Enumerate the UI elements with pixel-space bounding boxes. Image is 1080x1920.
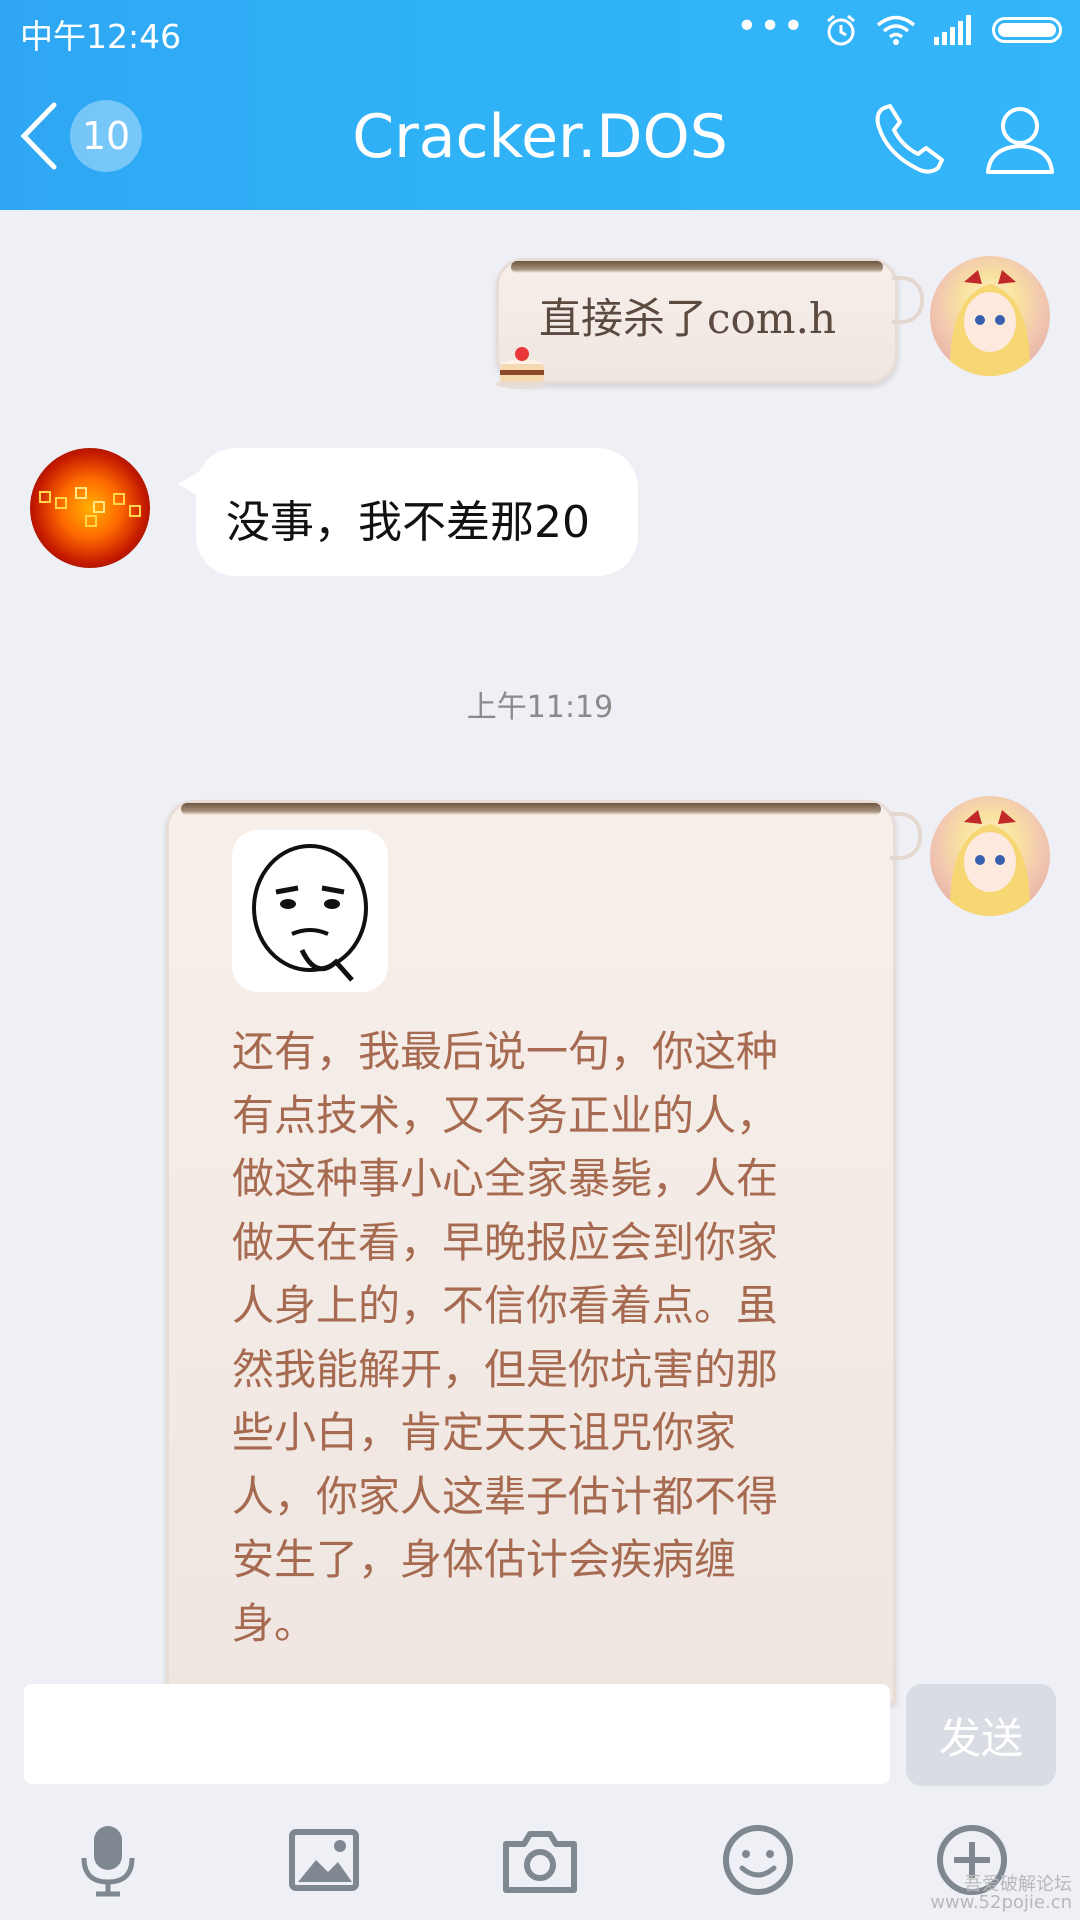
image-icon[interactable] bbox=[284, 1820, 364, 1900]
avatar-image bbox=[39, 487, 141, 527]
watermark-line2: www.52pojie.cn bbox=[930, 1892, 1072, 1913]
message-text: 直接杀了com.h bbox=[539, 294, 837, 343]
thinking-face-sticker-image bbox=[252, 844, 368, 982]
message-bubble-outgoing[interactable]: 直接杀了com.h bbox=[496, 258, 898, 384]
bubble-handle-decoration bbox=[892, 276, 924, 324]
message-bubble-incoming[interactable]: 没事，我不差那20 bbox=[178, 448, 638, 576]
bubble-handle-decoration bbox=[890, 812, 922, 860]
emoji-icon[interactable] bbox=[718, 1820, 798, 1900]
microphone-icon[interactable] bbox=[68, 1820, 148, 1900]
nav-bar: 10 Cracker.DOS bbox=[0, 62, 1080, 210]
contact-avatar[interactable] bbox=[30, 448, 150, 568]
cake-decoration-icon bbox=[496, 347, 548, 389]
send-button[interactable]: 发送 bbox=[906, 1684, 1056, 1786]
camera-icon[interactable] bbox=[500, 1820, 580, 1900]
message-text: 还有，我最后说一句，你这种有点技术，又不务正业的人，做这种事小心全家暴毙，人在做… bbox=[232, 1027, 779, 1648]
wifi-icon bbox=[876, 15, 916, 45]
message-timestamp: 上午11:19 bbox=[466, 690, 614, 725]
watermark: 吾爱破解论坛 www.52pojie.cn bbox=[930, 1876, 1072, 1912]
battery-icon bbox=[992, 17, 1062, 43]
avatar-image bbox=[949, 270, 1031, 376]
phone-icon bbox=[875, 104, 944, 174]
call-button[interactable] bbox=[870, 98, 950, 178]
status-bar: 中午12:46 ••• bbox=[0, 0, 1080, 62]
my-avatar[interactable] bbox=[930, 256, 1050, 376]
meme-sticker[interactable] bbox=[232, 830, 388, 992]
my-avatar[interactable] bbox=[930, 796, 1050, 916]
alarm-icon bbox=[827, 14, 855, 46]
person-icon bbox=[986, 107, 1054, 174]
message-text: 没事，我不差那20 bbox=[226, 497, 590, 548]
message-input[interactable] bbox=[24, 1684, 890, 1784]
status-time: 中午12:46 bbox=[20, 17, 182, 56]
profile-button[interactable] bbox=[980, 98, 1060, 178]
more-notifications-icon: ••• bbox=[736, 6, 806, 47]
signal-icon bbox=[934, 15, 971, 45]
status-icons: ••• bbox=[736, 6, 1062, 48]
chat-header: 中午12:46 ••• 10 Cracker.DOS bbox=[0, 0, 1080, 210]
avatar-image bbox=[949, 810, 1031, 916]
